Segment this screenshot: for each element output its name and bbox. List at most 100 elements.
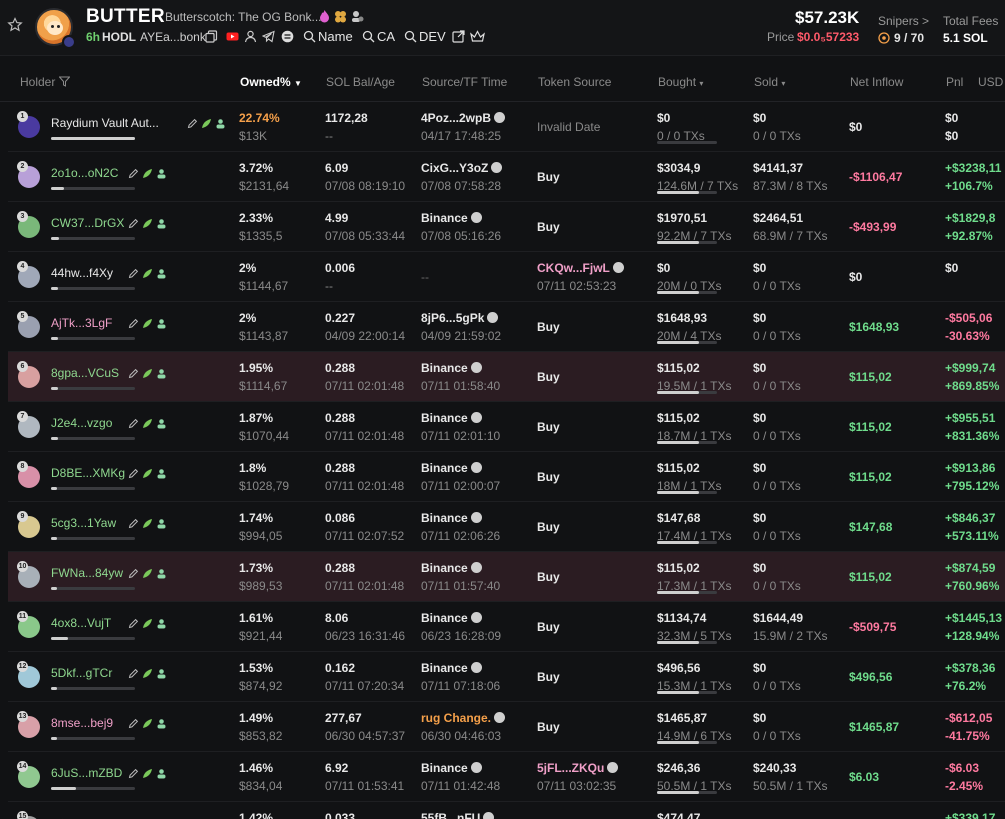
funding-source[interactable]: Binance: [421, 511, 482, 525]
col-net-inflow[interactable]: Net Inflow: [850, 75, 903, 89]
holder-address[interactable]: 5cg3...1Yaw: [51, 516, 116, 530]
edit-icon[interactable]: [128, 518, 139, 529]
edit-icon[interactable]: [187, 118, 198, 129]
table-row[interactable]: 4 44hw...f4Xy 2% $1144,67 0.006 -- -- CKQw...Fj…: [8, 252, 1005, 302]
holder-rank: 11: [17, 611, 28, 622]
platform-badge-icon: [62, 35, 76, 49]
table-row[interactable]: 13 8mse...bej9 1.49% $853,82 277,67 06/30 04:…: [8, 702, 1005, 752]
col-sold[interactable]: Sold ▾: [754, 75, 785, 89]
table-row[interactable]: 10 FWNa...84yw 1.73% $989,53 0.288 07/11 02:0…: [8, 552, 1005, 602]
search-ca-icon[interactable]: [362, 30, 375, 43]
telegram-icon[interactable]: [262, 30, 275, 43]
funding-source[interactable]: Binance: [421, 761, 482, 775]
pnl-percent: +795.12%: [945, 479, 1000, 493]
holder-address[interactable]: Raydium Vault Aut...: [51, 116, 159, 130]
holder-address[interactable]: 6JuS...mZBD: [51, 766, 122, 780]
holder-address[interactable]: 4ox8...VujT: [51, 616, 111, 630]
edit-icon[interactable]: [128, 318, 139, 329]
search-name-link[interactable]: Name: [318, 29, 353, 44]
owned-share-bar: [51, 137, 135, 140]
table-row[interactable]: 5 AjTk...3LgF 2% $1143,87 0.227 04/09 22:00:1…: [8, 302, 1005, 352]
table-row[interactable]: 9 5cg3...1Yaw 1.74% $994,05 0.086 07/11 02:07…: [8, 502, 1005, 552]
col-token-source[interactable]: Token Source: [538, 75, 611, 89]
snipers-link[interactable]: Snipers >: [878, 14, 929, 28]
funding-source[interactable]: Binance: [421, 361, 482, 375]
sol-age: 07/11 02:07:52: [325, 529, 405, 543]
funding-source[interactable]: rug Change.: [421, 711, 506, 725]
search-ca-link[interactable]: CA: [377, 29, 395, 44]
holder-address[interactable]: D8BE...XMKg: [51, 466, 125, 480]
funding-source[interactable]: Binance: [421, 561, 482, 575]
edit-icon[interactable]: [128, 218, 139, 229]
holder-address[interactable]: 8mse...bej9: [51, 716, 113, 730]
col-pnl[interactable]: Pnl: [946, 75, 963, 89]
youtube-icon[interactable]: [226, 30, 239, 43]
holder-address[interactable]: FWNa...84yw: [51, 566, 123, 580]
table-row[interactable]: 7 J2e4...vzgo 1.87% $1070,44 0.288 07/11 02:0…: [8, 402, 1005, 452]
search-dev-icon[interactable]: [404, 30, 417, 43]
edit-icon[interactable]: [128, 168, 139, 179]
edit-icon[interactable]: [128, 568, 139, 579]
edit-icon[interactable]: [128, 468, 139, 479]
table-row[interactable]: 1 Raydium Vault Aut... 22.74% $13K 1172,28 --…: [8, 102, 1005, 152]
table-row[interactable]: 8 D8BE...XMKg 1.8% $1028,79 0.288 07/11 02:01…: [8, 452, 1005, 502]
table-row[interactable]: 14 6JuS...mZBD 1.46% $834,04 6.92 07/11 01:53…: [8, 752, 1005, 802]
external-link-icon[interactable]: [452, 30, 465, 43]
funding-source[interactable]: Binance: [421, 611, 482, 625]
edit-icon[interactable]: [128, 268, 139, 279]
edit-icon[interactable]: [128, 768, 139, 779]
pnl-percent: $0: [945, 129, 959, 143]
edit-icon[interactable]: [128, 368, 139, 379]
holder-address[interactable]: 2o1o...oN2C: [51, 166, 118, 180]
edit-icon[interactable]: [128, 618, 139, 629]
table-row[interactable]: 11 4ox8...VujT 1.61% $921,44 8.06 06/23 16:31…: [8, 602, 1005, 652]
contract-address[interactable]: AYEa...bonk: [140, 30, 206, 44]
star-icon[interactable]: [7, 17, 23, 33]
table-row[interactable]: 15 1.42% 0.033 55fB...nFU $474,47 +$339,17: [8, 802, 1005, 819]
funding-source[interactable]: Binance: [421, 661, 482, 675]
edit-icon[interactable]: [128, 718, 139, 729]
holder-address[interactable]: AjTk...3LgF: [51, 316, 112, 330]
table-row[interactable]: 12 5Dkf...gTCr 1.53% $874,92 0.162 07/11 07:2…: [8, 652, 1005, 702]
owned-percent: 1.61%: [239, 611, 274, 625]
holder-address[interactable]: 8gpa...VCuS: [51, 366, 119, 380]
col-sol-bal[interactable]: SOL Bal/Age: [326, 75, 395, 89]
col-owned[interactable]: Owned% ▼: [240, 75, 302, 89]
user-icon[interactable]: [244, 30, 257, 43]
search-dev-link[interactable]: DEV: [419, 29, 446, 44]
token-name[interactable]: BUTTER: [86, 6, 165, 28]
filter-icon[interactable]: [58, 76, 71, 87]
funding-source[interactable]: Binance: [421, 411, 482, 425]
token-source: Buy: [537, 620, 560, 634]
edit-icon[interactable]: [128, 418, 139, 429]
funding-source[interactable]: 55fB...nFU: [421, 811, 495, 819]
holder-address[interactable]: 5Dkf...gTCr: [51, 666, 112, 680]
table-row[interactable]: 3 CW37...DrGX 2.33% $1335,5 4.99 07/08 05:33:…: [8, 202, 1005, 252]
token-description: Butterscotch: The OG Bonk...: [165, 10, 322, 24]
funding-source[interactable]: Binance: [421, 461, 482, 475]
table-row[interactable]: 2 2o1o...oN2C 3.72% $2131,64 6.09 07/08 08:19…: [8, 152, 1005, 202]
funding-source[interactable]: Binance: [421, 211, 482, 225]
table-row[interactable]: 6 8gpa...VCuS 1.95% $1114,67 0.288 07/11 02:0…: [8, 352, 1005, 402]
col-holder[interactable]: Holder: [20, 75, 71, 89]
owned-share-bar: [51, 587, 135, 590]
col-source[interactable]: Source/TF Time: [422, 75, 507, 89]
token-source[interactable]: CKQw...FjwL: [537, 261, 624, 275]
funding-source[interactable]: 4Poz...2wpB: [421, 111, 506, 125]
copy-icon[interactable]: [205, 30, 218, 43]
currency-toggle[interactable]: USD: [978, 75, 1003, 89]
website-icon[interactable]: [281, 30, 294, 43]
crown-icon[interactable]: [470, 30, 485, 43]
holder-address[interactable]: CW37...DrGX: [51, 216, 124, 230]
funding-source[interactable]: 8jP6...5gPk: [421, 311, 499, 325]
col-bought[interactable]: Bought ▾: [658, 75, 703, 89]
funding-source[interactable]: CixG...Y3oZ: [421, 161, 503, 175]
holder-address[interactable]: J2e4...vzgo: [51, 416, 112, 430]
pnl-percent: +869.85%: [945, 379, 1000, 393]
edit-icon[interactable]: [128, 668, 139, 679]
token-source[interactable]: 5jFL...ZKQu: [537, 761, 619, 775]
holder-address[interactable]: 44hw...f4Xy: [51, 266, 113, 280]
search-name-icon[interactable]: [303, 30, 316, 43]
bought-usd: $1648,93: [657, 311, 708, 325]
pnl-percent: +573.11%: [945, 529, 999, 543]
